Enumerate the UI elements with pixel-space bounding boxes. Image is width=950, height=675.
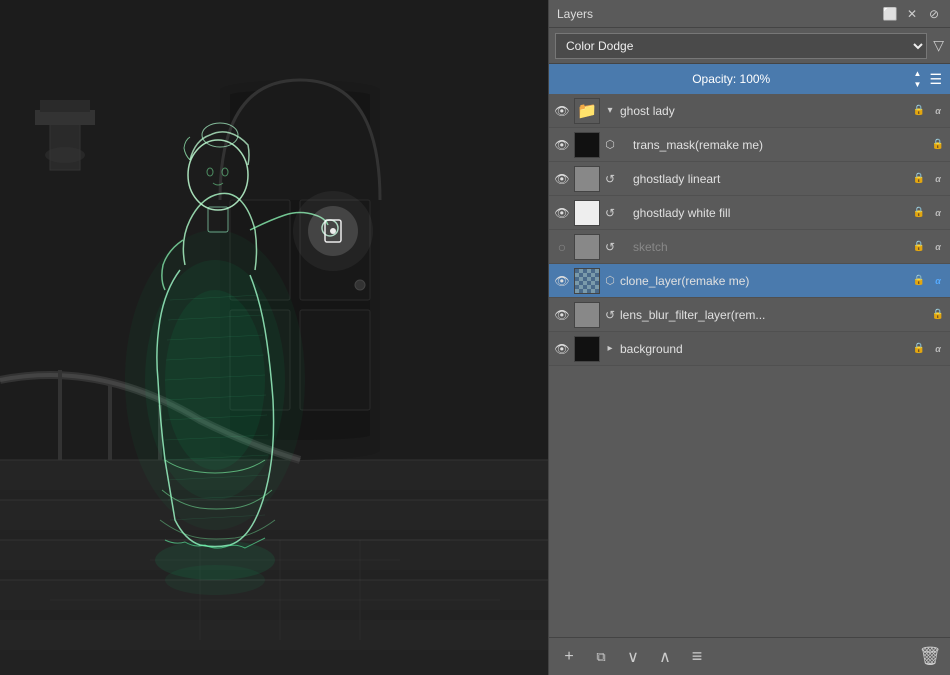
blend-mode-select[interactable]: NormalDissolveDarkenMultiplyColor BurnLi… [555,33,927,59]
layer-row[interactable]: ↺ ghostlady lineart🔒α [549,162,950,196]
layer-visibility-toggle[interactable] [553,204,571,222]
layer-name: ghost lady [620,104,908,118]
filter-icon[interactable]: ⊘ [926,6,942,22]
group-expand-icon[interactable]: ▾ [603,102,617,120]
blend-mode-icon: ▽ [933,37,944,54]
layer-name: trans_mask(remake me) [633,138,927,152]
layer-lock-icon[interactable]: 🔒 [930,137,946,153]
layer-right-icons: 🔒α [911,171,946,187]
layer-alpha-icon[interactable]: α [930,205,946,221]
layer-name: clone_layer(remake me) [620,274,908,288]
layer-type-icon: ↺ [603,238,617,256]
layer-right-icons: 🔒α [911,341,946,357]
delete-layer-button[interactable]: 🗑 [918,645,942,669]
layer-row[interactable]: ⬡ trans_mask(remake me)🔒 [549,128,950,162]
layer-lock-icon[interactable]: 🔒 [911,205,927,221]
canvas-area[interactable] [0,0,548,675]
layer-thumbnail [574,166,600,192]
layer-name: background [620,342,908,356]
layer-lock-icon[interactable]: 🔒 [911,103,927,119]
layer-alpha-icon[interactable]: α [930,341,946,357]
opacity-down[interactable]: ▼ [911,80,923,90]
layer-name: sketch [633,240,908,254]
layer-visibility-toggle[interactable] [553,340,571,358]
merge-layers-button[interactable]: ≡ [685,645,709,669]
layer-thumbnail [574,234,600,260]
layer-lock-icon[interactable]: 🔒 [911,341,927,357]
move-down-button[interactable]: ∨ [621,645,645,669]
layer-alpha-icon[interactable]: α [930,103,946,119]
layer-alpha-icon[interactable]: α [930,239,946,255]
bottom-toolbar: + ⧉ ∨ ∧ ≡ 🗑 [549,637,950,675]
layer-right-icons: 🔒α [911,103,946,119]
blend-mode-row: NormalDissolveDarkenMultiplyColor BurnLi… [549,28,950,64]
layer-row[interactable]: ⬡clone_layer(remake me)🔒α [549,264,950,298]
layer-type-icon: ↺ [603,170,617,188]
layer-thumbnail [574,132,600,158]
copy-layer-button[interactable]: ⧉ [589,645,613,669]
opacity-row: Opacity: 100% ▲ ▼ ☰ [549,64,950,94]
opacity-label: Opacity: 100% [555,72,907,86]
layer-type-icon: ⬡ [603,272,617,290]
layer-visibility-toggle[interactable] [553,136,571,154]
layer-alpha-icon[interactable]: α [930,171,946,187]
layer-thumbnail [574,200,600,226]
panel-title: Layers [557,7,593,21]
layer-name: ghostlady white fill [633,206,908,220]
layer-right-icons: 🔒 [930,307,946,323]
layer-lock-icon[interactable]: 🔒 [930,307,946,323]
layer-lock-icon[interactable]: 🔒 [911,239,927,255]
layer-visibility-toggle[interactable] [553,272,571,290]
layer-lock-icon[interactable]: 🔒 [911,171,927,187]
layer-right-icons: 🔒 [930,137,946,153]
layer-right-icons: 🔒α [911,273,946,289]
group-expand-icon[interactable]: ▸ [603,340,617,358]
layer-thumbnail [574,336,600,362]
layer-row[interactable]: 📁▾ghost lady🔒α [549,94,950,128]
layer-menu-icon[interactable]: ☰ [927,71,944,88]
layer-type-icon: ↺ [603,204,617,222]
opacity-controls: ▲ ▼ [911,69,923,90]
layer-thumbnail [574,268,600,294]
layer-name: ghostlady lineart [633,172,908,186]
layer-type-icon: ⬡ [603,136,617,154]
layer-row[interactable]: ↺lens_blur_filter_layer(rem...🔒 [549,298,950,332]
layer-row[interactable]: ▸background🔒α [549,332,950,366]
maximize-icon[interactable]: ⬜ [882,6,898,22]
layer-visibility-toggle[interactable] [553,306,571,324]
layer-thumbnail: 📁 [574,98,600,124]
layer-type-icon: ↺ [603,306,617,324]
layer-alpha-icon[interactable]: α [930,273,946,289]
layer-visibility-toggle[interactable] [553,170,571,188]
move-up-button[interactable]: ∧ [653,645,677,669]
layer-visibility-toggle[interactable] [553,102,571,120]
layers-panel: Layers ⬜ ✕ ⊘ NormalDissolveDarkenMultipl… [548,0,950,675]
layer-row[interactable]: ↺ sketch🔒α [549,230,950,264]
layer-right-icons: 🔒α [911,205,946,221]
opacity-up[interactable]: ▲ [911,69,923,79]
layers-list: 📁▾ghost lady🔒α⬡trans_mask(remake me)🔒↺gh… [549,94,950,637]
layer-name: lens_blur_filter_layer(rem... [620,308,927,322]
close-icon[interactable]: ✕ [904,6,920,22]
panel-header: Layers ⬜ ✕ ⊘ [549,0,950,28]
add-layer-button[interactable]: + [557,645,581,669]
layer-right-icons: 🔒α [911,239,946,255]
layer-thumbnail [574,302,600,328]
layer-visibility-toggle[interactable] [553,238,571,256]
layer-row[interactable]: ↺ ghostlady white fill🔒α [549,196,950,230]
layer-lock-icon[interactable]: 🔒 [911,273,927,289]
